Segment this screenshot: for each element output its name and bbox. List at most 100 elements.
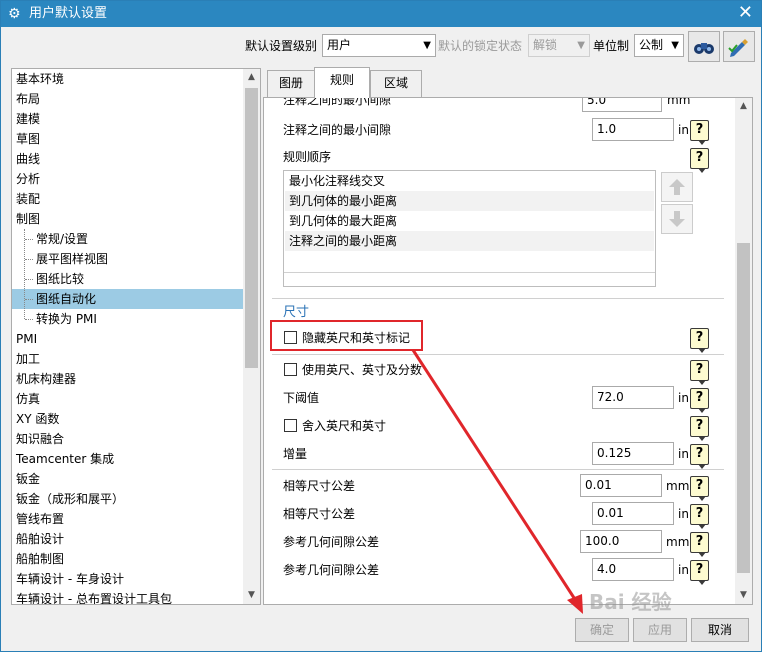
ok-button[interactable]: 确定 <box>575 618 629 642</box>
find-settings-button[interactable] <box>688 31 720 62</box>
scroll-thumb[interactable] <box>245 88 258 368</box>
tree-item[interactable]: 管线布置 <box>12 509 243 529</box>
list-item[interactable]: 注释之间的最小距离 <box>285 231 654 251</box>
equal-tol-mm-input[interactable]: 0.01 <box>580 474 662 497</box>
apply-button[interactable]: 应用 <box>633 618 687 642</box>
help-icon[interactable]: ? <box>690 532 709 557</box>
ref-gap-in-unit: in <box>678 563 689 577</box>
move-up-button[interactable] <box>661 172 693 202</box>
scroll-down-icon[interactable]: ▼ <box>735 587 752 604</box>
tree-item[interactable]: 车辆设计 - 总布置设计工具包 <box>12 589 243 604</box>
help-icon[interactable]: ? <box>690 120 709 145</box>
help-icon[interactable]: ? <box>690 328 709 353</box>
tree-item[interactable]: 布局 <box>12 89 243 109</box>
move-down-button[interactable] <box>661 204 693 234</box>
tree-item[interactable]: 仿真 <box>12 389 243 409</box>
min-gap-input[interactable]: 1.0 <box>592 118 674 141</box>
tree-item[interactable]: 展平图样视图 <box>12 249 243 269</box>
increment-input[interactable]: 0.125 <box>592 442 674 465</box>
tree-item[interactable]: 草图 <box>12 129 243 149</box>
equal-tol-in-label: 相等尺寸公差 <box>283 507 356 521</box>
tree-item[interactable]: 船舶设计 <box>12 529 243 549</box>
equal-tol-in-unit: in <box>678 507 689 521</box>
tab-drawing[interactable]: 图册 <box>267 70 315 97</box>
list-item[interactable]: 到几何体的最大距离 <box>285 211 654 231</box>
help-icon[interactable]: ? <box>690 360 709 385</box>
lock-dropdown[interactable]: 解锁 ▼ <box>528 34 590 57</box>
category-tree[interactable]: 基本环境 布局 建模 草图 曲线 分析 装配 制图 常规/设置 展平图样视图 图纸比较 图纸自动化 转换… <box>11 68 261 605</box>
tree-item[interactable]: 分析 <box>12 169 243 189</box>
help-icon[interactable]: ? <box>690 476 709 501</box>
modified-settings-button[interactable] <box>723 31 755 62</box>
tree-item[interactable]: 基本环境 <box>12 69 243 89</box>
lower-threshold-value: 72.0 <box>597 390 624 404</box>
tree-scrollbar[interactable]: ▲ ▼ <box>243 69 260 604</box>
scroll-down-icon[interactable]: ▼ <box>243 587 260 604</box>
tree-item[interactable]: 加工 <box>12 349 243 369</box>
rule-order-list[interactable]: 最小化注释线交叉 到几何体的最小距离 到几何体的最大距离 注释之间的最小距离 <box>283 170 656 287</box>
tree-connector <box>25 259 33 260</box>
tree-item[interactable]: 钣金（成形和展平） <box>12 489 243 509</box>
equal-tol-mm-unit: mm <box>666 479 690 493</box>
tree-item[interactable]: 钣金 <box>12 469 243 489</box>
tree-item[interactable]: 图纸自动化 <box>12 289 243 309</box>
binoculars-icon <box>694 43 714 54</box>
partial-row-value: 5.0 <box>587 97 607 107</box>
min-gap-value: 1.0 <box>597 122 617 136</box>
tree-item[interactable]: 制图 <box>12 209 243 229</box>
panel-scrollbar[interactable]: ▲ ▼ <box>735 98 752 604</box>
help-icon[interactable]: ? <box>690 148 709 173</box>
tree-connector <box>25 239 33 240</box>
tree-item[interactable]: 转换为 PMI <box>12 309 243 329</box>
cancel-button[interactable]: 取消 <box>691 618 749 642</box>
increment-unit: in <box>678 447 689 461</box>
list-item[interactable]: 最小化注释线交叉 <box>285 171 654 191</box>
help-icon[interactable]: ? <box>690 444 709 469</box>
tree-item[interactable]: 机床构建器 <box>12 369 243 389</box>
help-icon[interactable]: ? <box>690 388 709 413</box>
list-divider <box>284 272 655 273</box>
help-icon[interactable]: ? <box>690 504 709 529</box>
close-icon[interactable]: ✕ <box>738 3 753 23</box>
tree-item[interactable]: 装配 <box>12 189 243 209</box>
tree-item[interactable]: PMI <box>12 329 243 349</box>
increment-value: 0.125 <box>597 446 632 460</box>
highlight-box <box>270 320 423 351</box>
equal-tol-mm-value: 0.01 <box>585 478 612 492</box>
unit-dropdown[interactable]: 公制 ▼ <box>634 34 684 57</box>
partial-row-input[interactable]: 5.0 <box>582 97 662 112</box>
tab-rules[interactable]: 规则 <box>314 67 370 98</box>
lower-threshold-input[interactable]: 72.0 <box>592 386 674 409</box>
ref-gap-in-label: 参考几何间隙公差 <box>283 563 380 577</box>
tree-item[interactable]: XY 函数 <box>12 409 243 429</box>
ref-gap-in-input[interactable]: 4.0 <box>592 558 674 581</box>
tree-item[interactable]: 常规/设置 <box>12 229 243 249</box>
tree-item[interactable]: 船舶制图 <box>12 549 243 569</box>
pencil-check-icon <box>728 39 748 57</box>
min-gap-label: 注释之间的最小间隙 <box>283 123 392 137</box>
tree-item[interactable]: 建模 <box>12 109 243 129</box>
equal-tol-in-input[interactable]: 0.01 <box>592 502 674 525</box>
gear-icon: ⚙ <box>8 6 21 22</box>
scroll-up-icon[interactable]: ▲ <box>735 98 752 115</box>
lock-label: 默认的锁定状态 <box>438 39 523 53</box>
round-feet-inch-checkbox[interactable] <box>284 419 297 432</box>
help-icon[interactable]: ? <box>690 560 709 585</box>
window-title: 用户默认设置 <box>29 6 108 21</box>
section-divider <box>272 298 724 299</box>
tab-region[interactable]: 区域 <box>370 70 422 97</box>
tree-item[interactable]: 车辆设计 - 车身设计 <box>12 569 243 589</box>
level-dropdown[interactable]: 用户 ▼ <box>322 34 436 57</box>
list-item[interactable]: 到几何体的最小距离 <box>285 191 654 211</box>
scroll-up-icon[interactable]: ▲ <box>243 69 260 86</box>
ref-gap-mm-input[interactable]: 100.0 <box>580 530 662 553</box>
tree-item[interactable]: 图纸比较 <box>12 269 243 289</box>
scroll-thumb[interactable] <box>737 243 750 573</box>
equal-tol-mm-label: 相等尺寸公差 <box>283 479 356 493</box>
tree-item[interactable]: Teamcenter 集成 <box>12 449 243 469</box>
use-feet-inch-checkbox[interactable] <box>284 363 297 376</box>
tree-item[interactable]: 曲线 <box>12 149 243 169</box>
tree-item[interactable]: 知识融合 <box>12 429 243 449</box>
tree-connector <box>25 319 33 320</box>
help-icon[interactable]: ? <box>690 416 709 441</box>
